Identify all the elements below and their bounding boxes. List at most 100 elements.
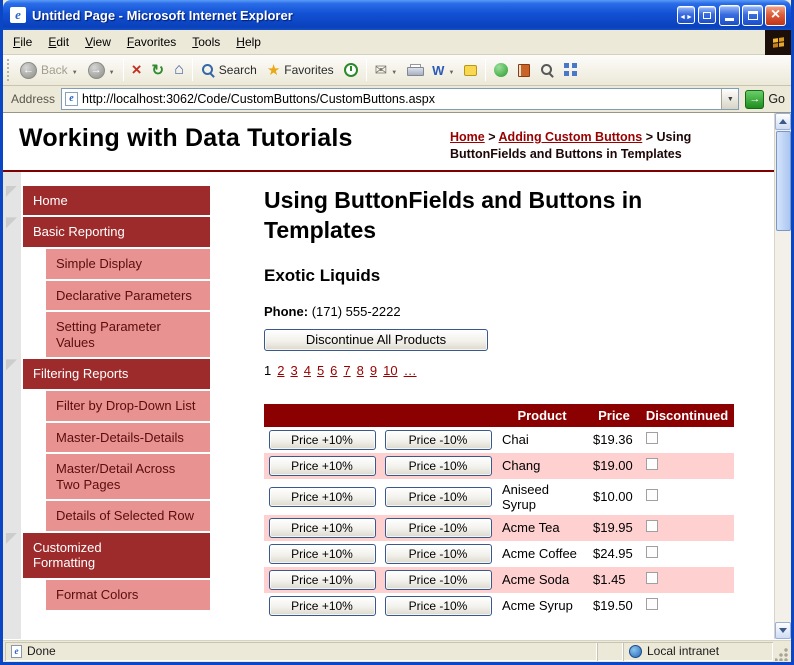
close-button[interactable]	[765, 4, 786, 26]
price-up-button[interactable]: Price +10%	[268, 517, 376, 538]
favorites-button[interactable]: Favorites	[262, 58, 339, 82]
links-button[interactable]	[559, 60, 583, 80]
refresh-button[interactable]	[147, 58, 170, 82]
pager-page-link[interactable]: 9	[370, 363, 377, 378]
sidebar-item-master-detail-across-two-pages[interactable]: Master/Detail Across Two Pages	[46, 454, 210, 500]
sidebar-item-format-colors[interactable]: Format Colors	[46, 580, 210, 610]
sidebar-item-customized-formatting[interactable]: Customized Formatting	[6, 532, 210, 579]
pager-page-link[interactable]: 8	[357, 363, 364, 378]
discontinued-checkbox[interactable]	[646, 432, 658, 445]
favorites-icon	[267, 61, 280, 79]
sidebar-item-filter-by-drop-down-list[interactable]: Filter by Drop-Down List	[46, 390, 210, 421]
breadcrumb-link[interactable]: Adding Custom Buttons	[499, 130, 643, 144]
stop-button[interactable]	[127, 59, 147, 81]
price-up-button[interactable]: Price +10%	[268, 569, 376, 590]
price-down-button[interactable]: Price -10%	[384, 569, 492, 590]
discontinue-all-button[interactable]: Discontinue All Products	[264, 328, 488, 351]
back-button[interactable]: Back	[15, 59, 83, 82]
pager-page-link[interactable]: 7	[343, 363, 350, 378]
grid-row: Price +10% Price -10% Chang $19.00	[264, 452, 734, 479]
research-button[interactable]	[513, 61, 535, 80]
price-down-button[interactable]: Price -10%	[384, 486, 492, 507]
breadcrumb-separator: >	[642, 130, 657, 144]
sidebar-item-label: Simple Display	[56, 255, 142, 271]
price-up-button[interactable]: Price +10%	[268, 543, 376, 564]
discuss-button[interactable]	[459, 62, 482, 79]
price-up-button[interactable]: Price +10%	[268, 486, 376, 507]
breadcrumb-link[interactable]: Home	[450, 130, 485, 144]
scroll-up-button[interactable]	[775, 113, 791, 130]
find-button[interactable]	[535, 60, 559, 80]
maximize-icon	[747, 10, 758, 20]
forward-button[interactable]	[83, 59, 120, 82]
sidebar-item-setting-parameter-values[interactable]: Setting Parameter Values	[46, 312, 210, 358]
vertical-scrollbar[interactable]	[774, 113, 791, 639]
sidebar-item-basic-reporting[interactable]: Basic Reporting	[6, 217, 210, 247]
edit-button[interactable]	[427, 60, 459, 81]
messenger-button[interactable]	[489, 60, 513, 80]
pager-page-link[interactable]: 4	[304, 363, 311, 378]
product-cell: Acme Tea	[502, 520, 560, 536]
titlebar-extra-button-box[interactable]	[698, 6, 716, 24]
menu-item-favorites[interactable]: Favorites	[119, 31, 184, 53]
menu-item-file[interactable]: File	[5, 31, 40, 53]
discontinued-checkbox[interactable]	[646, 458, 658, 471]
left-right-arrows-icon	[679, 6, 693, 24]
price-down-button[interactable]: Price -10%	[384, 517, 492, 538]
phone-line: Phone: (171) 555-2222	[264, 304, 758, 319]
sidebar-nav: Home Basic Reporting Simple Display Declara…	[6, 172, 210, 639]
sidebar-item-details-of-selected-row[interactable]: Details of Selected Row	[46, 501, 210, 531]
price-down-button[interactable]: Price -10%	[384, 429, 492, 450]
pager-page-link[interactable]: 2	[277, 363, 284, 378]
search-button[interactable]: Search	[196, 60, 262, 80]
pager-page-link[interactable]: 6	[330, 363, 337, 378]
price-up-button[interactable]: Price +10%	[268, 455, 376, 476]
home-button[interactable]	[169, 58, 189, 82]
discontinued-checkbox[interactable]	[646, 598, 658, 611]
scroll-down-button[interactable]	[775, 622, 791, 639]
scroll-thumb[interactable]	[775, 131, 791, 231]
up-arrow-icon	[779, 119, 787, 124]
sidebar-item-label: Customized Formatting	[33, 539, 102, 571]
price-up-button[interactable]: Price +10%	[268, 595, 376, 616]
price-down-button[interactable]: Price -10%	[384, 543, 492, 564]
menu-item-tools[interactable]: Tools	[184, 31, 228, 53]
print-button[interactable]	[402, 61, 427, 79]
address-dropdown-button[interactable]	[721, 89, 739, 109]
sidebar-item-master-details-details[interactable]: Master-Details-Details	[46, 422, 210, 453]
pager-page-link[interactable]: 5	[317, 363, 324, 378]
site-header: Working with Data Tutorials Home > Addin…	[3, 113, 774, 170]
discontinued-checkbox[interactable]	[646, 520, 658, 533]
breadcrumb: Home > Adding Custom Buttons > Using But…	[450, 124, 764, 163]
price-down-button[interactable]: Price -10%	[384, 595, 492, 616]
title-bar[interactable]: e Untitled Page - Microsoft Internet Exp…	[3, 0, 791, 30]
toolbar-grip[interactable]	[7, 59, 11, 81]
discontinued-checkbox[interactable]	[646, 572, 658, 585]
history-button[interactable]	[339, 60, 363, 80]
menu-item-view[interactable]: View	[77, 31, 119, 53]
discontinued-checkbox[interactable]	[646, 489, 658, 502]
menu-item-help[interactable]: Help	[228, 31, 269, 53]
pager-page-link[interactable]: 10	[383, 363, 397, 378]
sidebar-item-home[interactable]: Home	[6, 185, 210, 216]
page-body: Home Basic Reporting Simple Display Declara…	[3, 171, 774, 639]
pager-page-link[interactable]: 3	[290, 363, 297, 378]
intranet-zone-icon	[629, 644, 642, 658]
resize-grip[interactable]	[775, 647, 789, 661]
price-up-cell: Price +10%	[264, 427, 380, 453]
search-label: Search	[218, 63, 257, 77]
maximize-button[interactable]	[742, 4, 763, 26]
menu-item-edit[interactable]: Edit	[40, 31, 77, 53]
pager-page-link[interactable]: …	[404, 363, 417, 378]
titlebar-extra-button-arrows[interactable]	[677, 6, 695, 24]
sidebar-item-declarative-parameters[interactable]: Declarative Parameters	[46, 280, 210, 311]
mail-button[interactable]	[370, 58, 403, 82]
price-up-button[interactable]: Price +10%	[268, 429, 376, 450]
discontinued-checkbox[interactable]	[646, 546, 658, 559]
minimize-button[interactable]	[719, 4, 740, 26]
sidebar-item-simple-display[interactable]: Simple Display	[46, 248, 210, 279]
sidebar-item-filtering-reports[interactable]: Filtering Reports	[6, 359, 210, 389]
go-button[interactable]: Go	[745, 89, 785, 109]
address-input[interactable]	[78, 92, 722, 106]
price-down-button[interactable]: Price -10%	[384, 455, 492, 476]
